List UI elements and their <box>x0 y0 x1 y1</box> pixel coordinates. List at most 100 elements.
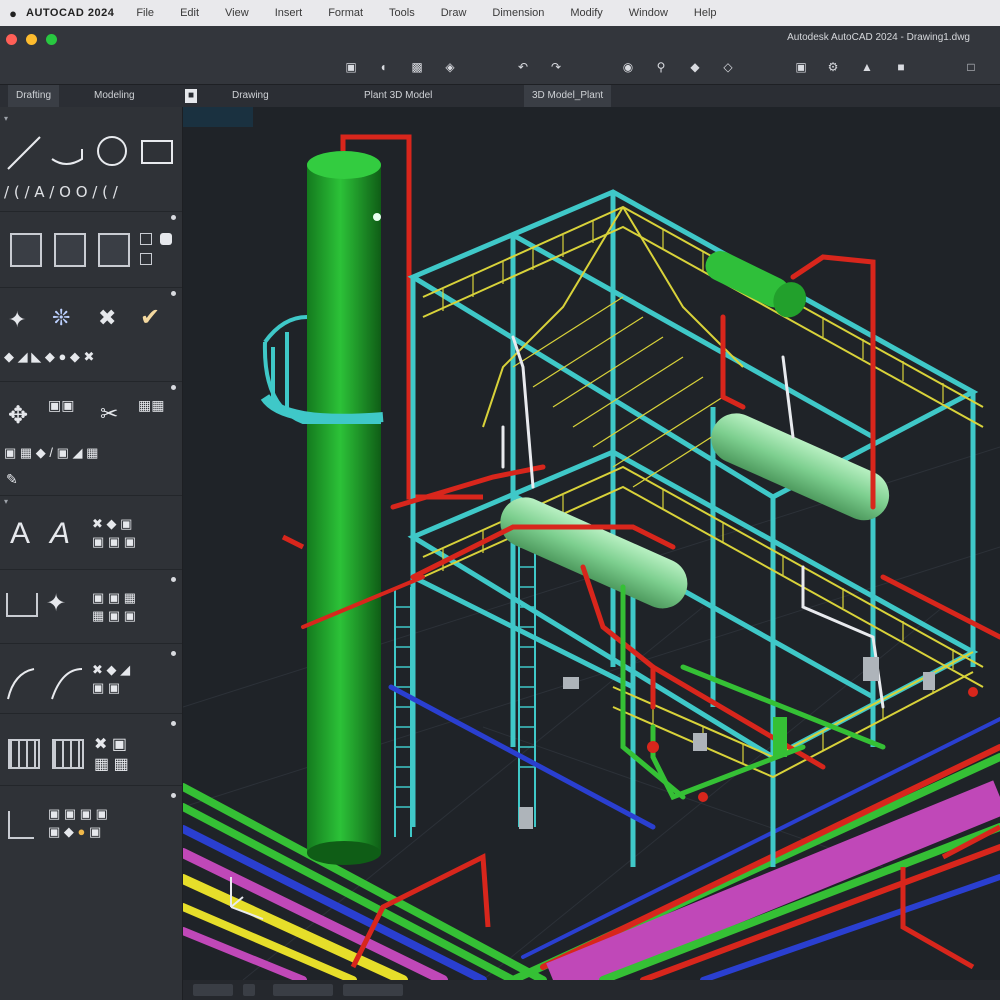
presspull-icon[interactable] <box>98 233 130 267</box>
multiline-text-tool[interactable]: A <box>10 517 30 551</box>
menu-help[interactable]: Help <box>694 7 717 19</box>
section-text-header[interactable]: ▾ <box>4 497 8 506</box>
undo-icon[interactable]: ↶ <box>516 60 530 74</box>
line-icon <box>7 136 41 170</box>
parametric-misc-icons[interactable]: ▣ ▣ ▣ ▣ ▣ ◆ ● ▣ <box>48 805 108 841</box>
menu-tools[interactable]: Tools <box>389 7 415 19</box>
mesh-smooth-icon[interactable]: ❊ <box>52 305 70 331</box>
menu-view[interactable]: View <box>225 7 249 19</box>
tab-3d-model-plant[interactable]: 3D Model_Plant <box>524 85 612 107</box>
share-icon[interactable]: ▲ <box>860 60 874 74</box>
section-draw: ▾ / ( / A / O O / ( / <box>0 111 182 211</box>
home-icon[interactable]: ■ <box>185 89 197 103</box>
close-window-button[interactable] <box>6 34 17 45</box>
layout2-tab[interactable] <box>343 984 403 996</box>
layer-off-icon[interactable]: ◇ <box>721 60 735 74</box>
menu-draw[interactable]: Draw <box>441 7 467 19</box>
mesh-refine-icon[interactable]: ✔ <box>140 303 160 332</box>
draw-tools: / ( / A / O O / ( / <box>4 136 173 201</box>
dimension-misc-icons[interactable]: ▣ ▣ ▦ ▦ ▣ ▣ <box>92 589 136 625</box>
table-style-icon[interactable] <box>52 739 84 769</box>
menu-format[interactable]: Format <box>328 7 363 19</box>
menu-file[interactable]: File <box>136 7 154 19</box>
leader-misc-icons[interactable]: ✖ ◆ ◢ ▣ ▣ <box>92 661 130 697</box>
revolve-icon[interactable] <box>140 253 152 265</box>
drawing-canvas[interactable] <box>183 107 1000 980</box>
mesh-misc-icons[interactable]: ◆ ◢ ◣ ◆ ● ◆ ✖ <box>4 349 94 365</box>
table-icon[interactable] <box>8 739 40 769</box>
model-tab[interactable] <box>193 984 233 996</box>
redo-icon[interactable]: ↷ <box>549 60 563 74</box>
tab-modeling[interactable]: Modeling <box>86 85 143 107</box>
section-modify: ✥ ▣▣ ✂ ▦▦ ▣ ▦ ◆ / ▣ ◢ ▦ ✎ <box>0 383 182 495</box>
top-drum <box>705 251 807 318</box>
aligned-dimension-icon[interactable]: ✦ <box>46 589 66 618</box>
handrails <box>422 205 984 779</box>
tab-drawing[interactable]: Drawing <box>224 85 277 107</box>
open-icon[interactable]: ◖ <box>376 60 390 74</box>
menu-bar: ● AUTOCAD 2024 File Edit View Insert For… <box>0 0 1000 26</box>
box-icon[interactable] <box>10 233 42 267</box>
viewcube-fragment <box>183 107 253 127</box>
modify-misc-icons[interactable]: ▣ ▦ ◆ / ▣ ◢ ▦ <box>4 445 98 461</box>
apple-icon[interactable]: ● <box>0 6 26 21</box>
linear-dimension-icon[interactable] <box>6 593 38 617</box>
title-bar: Autodesk AutoCAD 2024 - Drawing1.dwg ▣ ◖… <box>0 26 1000 85</box>
mesh-crease-icon[interactable]: ✖ <box>98 305 116 331</box>
pipe-rack <box>183 717 1000 980</box>
window-title: Autodesk AutoCAD 2024 - Drawing1.dwg <box>787 32 970 43</box>
zoom-icon[interactable]: ⚲ <box>654 60 668 74</box>
vessels <box>500 251 890 609</box>
single-line-text-tool[interactable]: A <box>50 517 70 551</box>
print-icon[interactable]: ◈ <box>443 60 457 74</box>
array-icon[interactable]: ▦▦ <box>138 397 164 414</box>
app-menu[interactable]: AUTOCAD 2024 <box>26 7 114 19</box>
table-misc-icons[interactable]: ✖ ▣ ▦ ▦ <box>94 735 129 775</box>
tab-plant-3d-model[interactable]: Plant 3D Model <box>356 85 440 107</box>
menu-window[interactable]: Window <box>629 7 668 19</box>
mesh-box-icon[interactable]: ✦ <box>8 307 26 333</box>
rectangle-icon <box>141 140 173 164</box>
tab-drafting[interactable]: Drafting <box>8 85 60 107</box>
maximize-window-button[interactable] <box>46 34 57 45</box>
horizontal-vessel-upper <box>711 413 890 521</box>
workspace-icon[interactable]: ▣ <box>794 60 808 74</box>
erase-icon[interactable]: ✎ <box>6 471 18 488</box>
section-mesh: ✦ ❊ ✖ ✔ ◆ ◢ ◣ ◆ ● ◆ ✖ <box>0 289 182 381</box>
minimize-window-button[interactable] <box>26 34 37 45</box>
status-bar <box>183 980 1000 1000</box>
extrude-icon[interactable] <box>54 233 86 267</box>
tool-palette: ▾ / ( / A / O O / ( / ✦ ❊ ✖ ✔ ◆ ◢ ◣ ◆ ● … <box>0 107 183 1000</box>
settings-icon[interactable]: ⚙ <box>826 60 840 74</box>
section-leader: ✖ ◆ ◢ ▣ ▣ <box>0 645 182 713</box>
save-icon[interactable]: ▩ <box>410 60 424 74</box>
layout1-tab[interactable] <box>273 984 333 996</box>
text-style-icons[interactable]: ✖ ◆ ▣ ▣ ▣ ▣ <box>92 515 136 551</box>
tabs-row: Drafting Modeling ■ Drawing Plant 3D Mod… <box>0 85 1000 107</box>
leader-tools <box>7 668 83 700</box>
view-icon[interactable]: ■ <box>894 60 908 74</box>
layout-tab[interactable] <box>243 984 255 996</box>
fullscreen-icon[interactable]: □ <box>964 60 978 74</box>
orbit-icon[interactable]: ◉ <box>621 60 635 74</box>
loft-icon[interactable] <box>160 233 172 245</box>
leader-icon <box>7 668 35 700</box>
section-text: ▾ A A ✖ ◆ ▣ ▣ ▣ ▣ <box>0 497 182 569</box>
steel-frame <box>407 189 979 867</box>
new-icon[interactable]: ▣ <box>344 60 358 74</box>
draw-misc-icons: / ( / A / O O / ( / <box>4 183 119 201</box>
menu-insert[interactable]: Insert <box>275 7 303 19</box>
move-icon[interactable]: ✥ <box>8 401 28 430</box>
section-solid <box>0 213 182 287</box>
menu-dimension[interactable]: Dimension <box>492 7 544 19</box>
circle-icon <box>97 136 127 166</box>
menu-edit[interactable]: Edit <box>180 7 199 19</box>
layer-icon[interactable]: ◆ <box>688 60 702 74</box>
section-table: ✖ ▣ ▦ ▦ <box>0 715 182 785</box>
sweep-icon[interactable] <box>140 233 152 245</box>
copy-icon[interactable]: ▣▣ <box>48 397 74 414</box>
trim-icon[interactable]: ✂ <box>100 401 118 427</box>
menu-modify[interactable]: Modify <box>570 7 602 19</box>
geometric-constraint-icon[interactable] <box>8 811 34 839</box>
section-dimension: ✦ ▣ ▣ ▦ ▦ ▣ ▣ <box>0 571 182 643</box>
